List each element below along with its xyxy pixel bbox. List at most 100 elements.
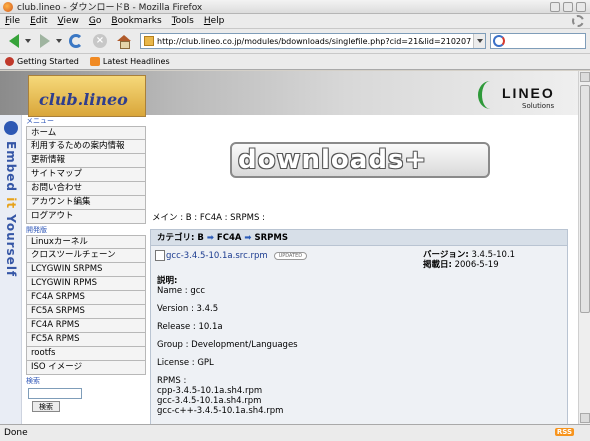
- date-label: 掲載日:: [423, 260, 452, 270]
- description-line: gcc-3.4.5-10.1a.sh4.rpm: [157, 396, 262, 406]
- sidebar-search-button[interactable]: 検索: [32, 401, 60, 412]
- file-description: 説明: Name : gcc Version : 3.4.5 Release :…: [157, 276, 298, 416]
- search-input[interactable]: [490, 33, 586, 49]
- version-value: 3.4.5-10.1: [471, 250, 516, 260]
- sidebar-item-iso-image[interactable]: ISO イメージ: [26, 361, 146, 375]
- menu-help[interactable]: Help: [199, 16, 230, 26]
- bookmark-latest-headlines[interactable]: Latest Headlines: [89, 57, 170, 66]
- file-download-link[interactable]: gcc-3.4.5-10.1a.src.rpm: [166, 251, 268, 261]
- menu-go[interactable]: Go: [84, 16, 107, 26]
- description-line: License : GPL: [157, 358, 214, 368]
- back-history-dropdown[interactable]: [25, 39, 31, 43]
- downloads-banner: downloads+: [230, 142, 490, 178]
- status-bar: Done RSS: [0, 424, 590, 441]
- sidebar-item-sitemap[interactable]: サイトマップ: [26, 168, 146, 182]
- embed-logo-icon: [4, 121, 18, 135]
- forward-button[interactable]: [35, 31, 55, 51]
- menu-tools[interactable]: Tools: [167, 16, 199, 26]
- window-title: club.lineo - ダウンロードB - Mozilla Firefox: [17, 3, 203, 13]
- rss-icon[interactable]: RSS: [554, 428, 574, 436]
- stop-icon: ×: [93, 34, 107, 48]
- sidebar-item-fc5a-rpms[interactable]: FC5A RPMS: [26, 333, 146, 347]
- sidebar-item-fc4a-srpms[interactable]: FC4A SRPMS: [26, 291, 146, 305]
- sidebar: メニュー ホーム 利用するための案内情報 更新情報 サイトマップ お問い合わせ …: [26, 115, 146, 424]
- sidebar-search-input[interactable]: [28, 388, 82, 399]
- description-line: Version : 3.4.5: [157, 304, 219, 314]
- embed-it-yourself-text: Embed it Yourself: [4, 141, 18, 278]
- scroll-thumb[interactable]: [580, 85, 590, 313]
- updated-badge: UPDATED: [273, 251, 308, 260]
- description-line: cpp-3.4.5-10.1a.sh4.rpm: [157, 386, 263, 396]
- sidebar-item-home[interactable]: ホーム: [26, 126, 146, 140]
- category-srpms[interactable]: SRPMS: [255, 233, 288, 243]
- sidebar-dev-heading: 開発版: [26, 226, 47, 234]
- category-fc4a[interactable]: FC4A: [217, 233, 242, 243]
- url-bar[interactable]: http://club.lineo.co.jp/modules/bdownloa…: [140, 33, 486, 49]
- lineo-solutions-logo[interactable]: LINEO Solutions: [478, 77, 572, 113]
- description-line: RPMS :: [157, 376, 187, 386]
- scroll-up-button[interactable]: [580, 72, 590, 82]
- sidebar-search-heading: 検索: [26, 377, 40, 385]
- reload-button[interactable]: [66, 31, 86, 51]
- title-bar: club.lineo - ダウンロードB - Mozilla Firefox: [0, 0, 590, 14]
- description-line: Release : 10.1a: [157, 322, 223, 332]
- sidebar-item-rootfs[interactable]: rootfs: [26, 347, 146, 361]
- vertical-scrollbar[interactable]: [578, 71, 590, 424]
- lineo-swoosh-icon: [478, 81, 502, 109]
- version-label: バージョン:: [423, 250, 469, 260]
- site-favicon-icon: [144, 36, 154, 46]
- google-search-icon[interactable]: [493, 35, 505, 47]
- sidebar-dev-menu: Linuxカーネル クロスツールチェーン LCYGWIN SRPMS LCYGW…: [26, 235, 146, 375]
- sidebar-item-contact[interactable]: お問い合わせ: [26, 182, 146, 196]
- back-arrow-icon: [9, 34, 19, 48]
- menu-edit[interactable]: Edit: [25, 16, 52, 26]
- close-button[interactable]: [576, 2, 586, 12]
- category-bar: カテゴリ: B ➡ FC4A ➡ SRPMS: [150, 229, 568, 246]
- sidebar-item-lcygwin-srpms[interactable]: LCYGWIN SRPMS: [26, 263, 146, 277]
- throbber-icon: [572, 15, 584, 27]
- stop-button[interactable]: ×: [90, 31, 110, 51]
- forward-history-dropdown[interactable]: [56, 39, 62, 43]
- menu-bookmarks[interactable]: Bookmarks: [106, 16, 166, 26]
- firefox-icon: [3, 1, 13, 12]
- sidebar-item-logout[interactable]: ログアウト: [26, 210, 146, 224]
- sidebar-item-updates[interactable]: 更新情報: [26, 154, 146, 168]
- sidebar-item-guide[interactable]: 利用するための案内情報: [26, 140, 146, 154]
- menu-file[interactable]: File: [0, 16, 25, 26]
- site-header: club.lineo LINEO Solutions: [0, 71, 578, 117]
- back-button[interactable]: [4, 31, 24, 51]
- file-row: gcc-3.4.5-10.1a.src.rpm UPDATED: [155, 250, 308, 261]
- sidebar-item-lcygwin-rpms[interactable]: LCYGWIN RPMS: [26, 277, 146, 291]
- url-dropdown[interactable]: [473, 34, 485, 48]
- description-heading: 説明:: [157, 276, 178, 286]
- menu-view[interactable]: View: [53, 16, 84, 26]
- breadcrumb[interactable]: メイン : B : FC4A : SRPMS :: [152, 211, 265, 223]
- description-line: Name : gcc: [157, 286, 206, 296]
- scroll-down-button[interactable]: [580, 413, 590, 423]
- sidebar-menu: ホーム 利用するための案内情報 更新情報 サイトマップ お問い合わせ アカウント…: [26, 126, 146, 224]
- sidebar-item-fc4a-rpms[interactable]: FC4A RPMS: [26, 319, 146, 333]
- arrow-right-icon: ➡: [206, 233, 217, 243]
- bookmark-getting-started[interactable]: Getting Started: [5, 57, 79, 66]
- forward-arrow-icon: [40, 34, 50, 48]
- bookmarks-toolbar: Getting Started Latest Headlines: [0, 54, 590, 70]
- maximize-button[interactable]: [563, 2, 573, 12]
- sidebar-item-linux-kernel[interactable]: Linuxカーネル: [26, 235, 146, 249]
- sidebar-item-cross-toolchain[interactable]: クロスツールチェーン: [26, 249, 146, 263]
- club-lineo-logo[interactable]: club.lineo: [28, 75, 146, 117]
- sidebar-menu-heading: メニュー: [26, 117, 54, 125]
- navigation-toolbar: × http://club.lineo.co.jp/modules/bdownl…: [0, 29, 590, 54]
- category-label[interactable]: カテゴリ: B: [157, 233, 204, 243]
- home-button[interactable]: [114, 31, 134, 51]
- sidebar-item-fc5a-srpms[interactable]: FC5A SRPMS: [26, 305, 146, 319]
- description-line: gcc-c++-3.4.5-10.1a.sh4.rpm: [157, 406, 284, 416]
- minimize-button[interactable]: [550, 2, 560, 12]
- date-value: 2006-5-19: [454, 260, 499, 270]
- page-content: club.lineo LINEO Solutions Embed it Your…: [0, 71, 578, 424]
- url-text[interactable]: http://club.lineo.co.jp/modules/bdownloa…: [157, 37, 473, 46]
- sidebar-item-account[interactable]: アカウント編集: [26, 196, 146, 210]
